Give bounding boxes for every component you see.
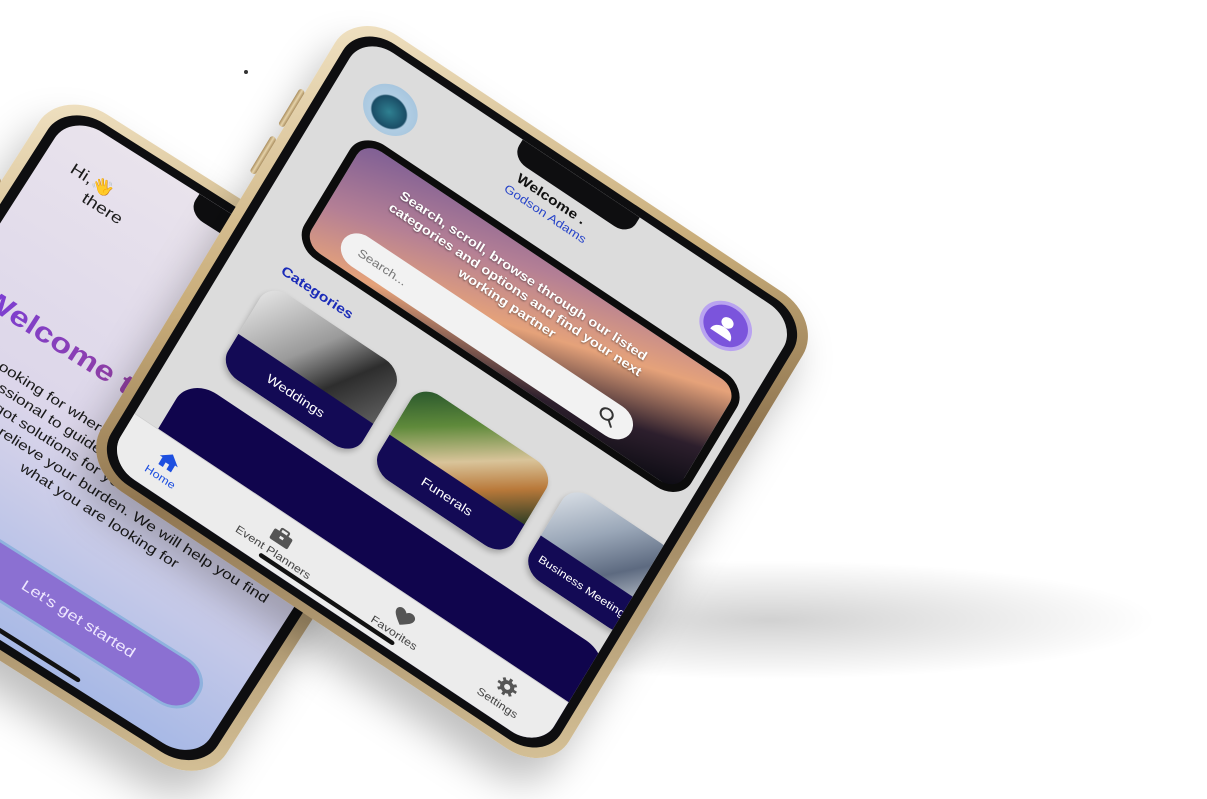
nav-settings[interactable]: Settings — [475, 665, 532, 721]
avatar[interactable] — [690, 290, 762, 362]
app-logo-icon[interactable] — [353, 73, 428, 147]
decor-dot — [244, 70, 248, 74]
nav-home[interactable]: Home — [143, 444, 189, 491]
greeting: Hi,👋 there — [57, 160, 137, 229]
nav-favorites[interactable]: Favorites — [369, 595, 430, 653]
user-icon — [710, 317, 734, 342]
